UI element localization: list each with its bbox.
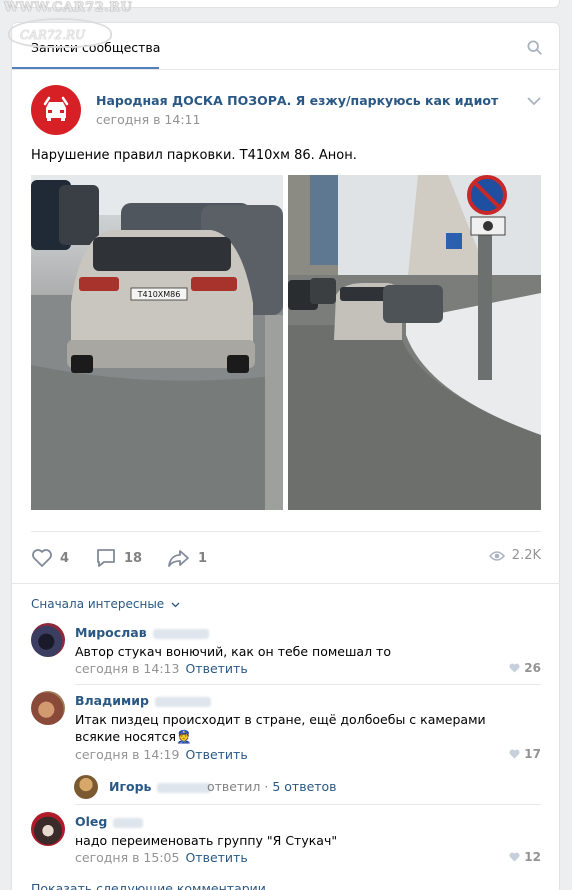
comment-likes-count: 17 <box>524 747 541 761</box>
comments-divider <box>12 583 561 584</box>
comment-separator <box>75 804 541 805</box>
share-button[interactable]: 1 <box>167 548 207 568</box>
photo-2-scene <box>288 175 541 510</box>
post-time[interactable]: сегодня в 14:11 <box>96 112 200 127</box>
watermark-logo-text: CAR72.RU <box>20 28 86 42</box>
comment-like-button[interactable]: 12 <box>509 850 541 864</box>
avatar[interactable] <box>31 691 65 725</box>
comment-like-button[interactable]: 26 <box>509 661 541 675</box>
license-plate: Т410ХМ86 <box>137 290 181 299</box>
post-actions: 4 18 1 2.2K <box>31 531 541 583</box>
heart-icon <box>32 549 52 567</box>
heart-icon <box>509 852 520 862</box>
sort-dropdown[interactable]: Сначала интересные <box>31 597 180 611</box>
comment-separator <box>75 684 541 685</box>
shares-count: 1 <box>198 550 208 566</box>
comment-author[interactable]: Владимир <box>75 693 211 708</box>
comments-count: 18 <box>124 550 143 566</box>
comment-button[interactable]: 18 <box>95 548 142 568</box>
comment-item: Мирослав Автор стукач вонючий, как он те… <box>31 623 541 679</box>
comment-item: Владимир Итак пиздец происходит в стране… <box>31 691 541 762</box>
heart-icon <box>509 663 520 673</box>
comment-author[interactable]: Oleg <box>75 814 144 829</box>
post-text: Нарушение правил парковки. Т410хм 86. Ан… <box>31 148 357 163</box>
comment-meta: сегодня в 14:13 Ответить <box>75 661 248 676</box>
car-icon <box>43 96 69 121</box>
heart-icon <box>509 749 520 759</box>
reply-link[interactable]: Ответить <box>185 747 247 762</box>
post-card: Записи сообщества Народная ДОСКА ПОЗОРА.… <box>11 22 561 890</box>
like-button[interactable]: 4 <box>31 548 69 568</box>
likes-count: 4 <box>60 550 70 566</box>
show-more-comments-link[interactable]: Показать следующие комментарии <box>31 881 266 890</box>
comment-time[interactable]: сегодня в 14:13 <box>75 661 179 676</box>
watermark-logo: CAR72.RU <box>8 18 112 48</box>
views-counter: 2.2K <box>488 548 541 563</box>
tab-underline <box>12 67 159 69</box>
avatar[interactable] <box>74 775 98 799</box>
avatar[interactable] <box>31 812 65 846</box>
group-name-link[interactable]: Народная ДОСКА ПОЗОРА. Я езжу/паркуюсь к… <box>96 93 498 108</box>
eye-icon <box>488 550 505 561</box>
comment-item: Oleg надо переименовать группу "Я Стукач… <box>31 812 541 868</box>
comment-text: Итак пиздец происходит в стране, ещё дол… <box>75 712 486 744</box>
comment-author[interactable]: Мирослав <box>75 625 209 640</box>
comment-time[interactable]: сегодня в 14:19 <box>75 747 179 762</box>
share-icon <box>168 550 189 567</box>
chevron-down-icon <box>171 602 180 608</box>
reply-link[interactable]: Ответить <box>185 661 247 676</box>
post-header: Народная ДОСКА ПОЗОРА. Я езжу/паркуюсь к… <box>31 85 541 135</box>
comment-meta: сегодня в 15:05 Ответить <box>75 850 248 865</box>
search-icon[interactable] <box>527 40 542 55</box>
comment-icon <box>97 549 115 567</box>
reply-author[interactable]: Игорь <box>109 779 212 794</box>
reply-link[interactable]: Ответить <box>185 850 247 865</box>
photo-1-scene: Т410ХМ86 <box>31 175 283 510</box>
reply-thread[interactable]: Игорь ответил · 5 ответов <box>74 775 534 799</box>
comment-likes-count: 26 <box>524 661 541 675</box>
avatar[interactable] <box>31 623 65 657</box>
chevron-down-icon[interactable] <box>527 97 541 105</box>
comment-likes-count: 12 <box>524 850 541 864</box>
watermark-site: WWW.CAR72.RU <box>4 0 133 15</box>
group-avatar[interactable] <box>31 85 81 135</box>
comment-time[interactable]: сегодня в 15:05 <box>75 850 179 865</box>
sort-label: Сначала интересные <box>31 597 165 611</box>
answers-link[interactable]: 5 ответов <box>272 779 336 794</box>
post-photo-2[interactable] <box>288 175 541 510</box>
comment-meta: сегодня в 14:19 Ответить <box>75 747 248 762</box>
comment-text: Автор стукач вонючий, как он тебе помеша… <box>75 644 391 659</box>
comment-like-button[interactable]: 17 <box>509 747 541 761</box>
post-photo-1[interactable]: Т410ХМ86 <box>31 175 283 510</box>
comment-text: надо переименовать группу "Я Стукач" <box>75 833 338 848</box>
views-count: 2.2K <box>511 548 541 563</box>
reply-summary: ответил · 5 ответов <box>207 779 337 794</box>
